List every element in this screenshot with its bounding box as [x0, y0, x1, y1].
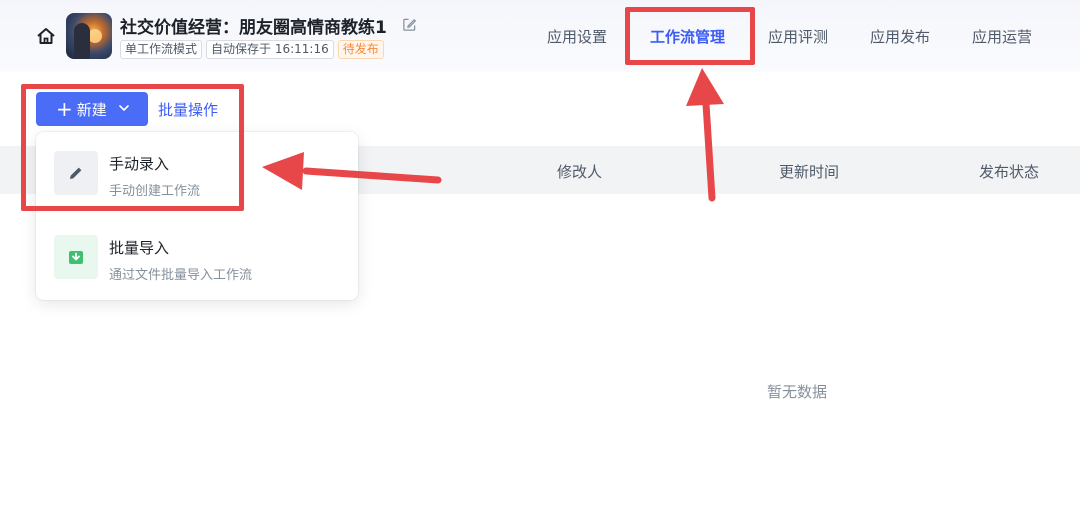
page: 社交价值经营：朋友圈高情商教练1 单工作流模式 自动保存于 16:11:16 待…	[0, 0, 1080, 509]
arrow-to-workflow-tab	[686, 68, 724, 202]
annotation-arrows	[262, 68, 724, 202]
arrow-to-manual-entry	[262, 152, 442, 190]
